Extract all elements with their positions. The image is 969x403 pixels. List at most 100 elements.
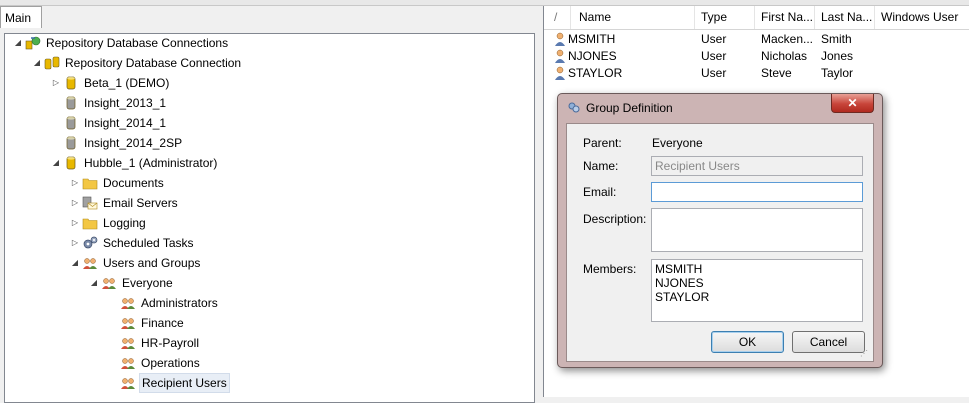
repository-tree[interactable]: ◢ Repository Database Connections ◢ Reposit… [4,33,535,403]
cell-first: Steve [761,66,792,80]
database-yellow-icon [63,155,79,171]
tree-node-label: Administrators [141,296,218,310]
tree-node-label: Insight_2014_2SP [84,136,183,150]
tree-node-label: Email Servers [103,196,178,210]
tree-node-label: Repository Database Connections [46,36,229,50]
group-icon [120,355,136,371]
folder-icon [82,215,98,231]
cell-name: MSMITH [568,32,616,46]
member-entry: MSMITH [655,262,703,276]
cell-last: Jones [821,49,854,63]
member-entry: STAYLOR [655,290,710,304]
database-connection-icon [44,55,60,71]
users-icon [82,255,98,271]
collapsed-arrow-icon[interactable]: ▷ [70,214,80,232]
expanded-arrow-icon[interactable]: ◢ [51,154,61,172]
cell-type: User [701,49,727,63]
database-gray-icon [63,115,79,131]
tree-node-label: Finance [141,316,184,330]
collapsed-arrow-icon[interactable]: ▷ [70,194,80,212]
tree-node-label: Everyone [122,276,173,290]
name-label: Name: [583,159,619,173]
tree-node-label: Insight_2013_1 [84,96,167,110]
column-last-name[interactable]: Last Na... [815,6,875,29]
tree-node-label: Insight_2014_1 [84,116,167,130]
expanded-arrow-icon[interactable]: ◢ [70,254,80,272]
list-row[interactable]: MSMITH User Macken... Smith [544,31,969,48]
group-icon [120,375,136,391]
description-field[interactable] [651,208,863,252]
tree-node-label: Recipient Users [139,373,230,393]
email-label: Email: [583,185,617,199]
members-label: Members: [583,262,637,276]
resize-grip-icon[interactable]: ⋰ [860,349,870,359]
tree-node-label: Beta_1 (DEMO) [84,76,170,90]
gears-icon [82,235,98,251]
members-field[interactable]: MSMITH NJONES STAYLOR [651,259,863,322]
parent-label: Parent: [583,136,622,150]
email-server-icon [82,195,98,211]
list-row[interactable]: NJONES User Nicholas Jones [544,48,969,65]
tree-node-label: Logging [103,216,146,230]
tree-node-label: HR-Payroll [141,336,200,350]
dialog-title-bar[interactable]: Group Definition ✕ [558,94,882,122]
column-windows-user[interactable]: Windows User [875,6,969,29]
database-gray-icon [63,135,79,151]
tab-main-label: Main [5,11,32,25]
list-row[interactable]: STAYLOR User Steve Taylor [544,65,969,82]
collapsed-arrow-icon[interactable]: ▷ [70,174,80,192]
cell-name: NJONES [568,49,617,63]
connections-icon [25,35,41,51]
column-name[interactable]: Name [571,6,695,29]
cell-first: Nicholas [761,49,808,63]
tree-node-label: Hubble_1 (Administrator) [84,156,218,170]
cancel-button[interactable]: Cancel [792,331,865,353]
group-icon [120,315,136,331]
ok-button[interactable]: OK [711,331,784,353]
collapsed-arrow-icon[interactable]: ▷ [51,74,61,92]
cell-first: Macken... [761,32,814,46]
dialog-title: Group Definition [586,101,673,115]
list-header: / Name Type First Na... Last Na... Windo… [544,6,969,30]
cell-name: STAYLOR [568,66,623,80]
expanded-arrow-icon[interactable]: ◢ [32,54,42,72]
expanded-arrow-icon[interactable]: ◢ [13,34,23,52]
close-button[interactable]: ✕ [831,94,874,113]
cell-type: User [701,32,727,46]
group-definition-icon [568,102,580,113]
dialog-body: Parent: Everyone Name: Recipient Users E… [566,123,874,362]
tab-main[interactable]: Main [0,6,42,28]
tree-node-label: Repository Database Connection [65,56,242,70]
tree-node-label: Documents [103,176,164,190]
user-icon [552,65,568,86]
email-field[interactable] [651,182,863,202]
database-gray-icon [63,95,79,111]
group-icon [101,275,117,291]
column-type[interactable]: Type [695,6,755,29]
description-label: Description: [583,212,647,226]
group-icon [120,295,136,311]
collapsed-arrow-icon[interactable]: ▷ [70,234,80,252]
member-entry: NJONES [655,276,704,290]
sort-column-header[interactable]: / [544,6,571,29]
database-yellow-icon [63,75,79,91]
cell-last: Smith [821,32,852,46]
cell-last: Taylor [821,66,854,80]
group-icon [120,335,136,351]
tree-node-label: Scheduled Tasks [103,236,194,250]
expanded-arrow-icon[interactable]: ◢ [89,274,99,292]
name-field[interactable]: Recipient Users [651,156,863,176]
group-definition-dialog: Group Definition ✕ Parent: Everyone Name… [557,93,883,368]
column-first-name[interactable]: First Na... [755,6,815,29]
folder-icon [82,175,98,191]
parent-value: Everyone [652,136,703,150]
tree-node-label: Users and Groups [103,256,201,270]
